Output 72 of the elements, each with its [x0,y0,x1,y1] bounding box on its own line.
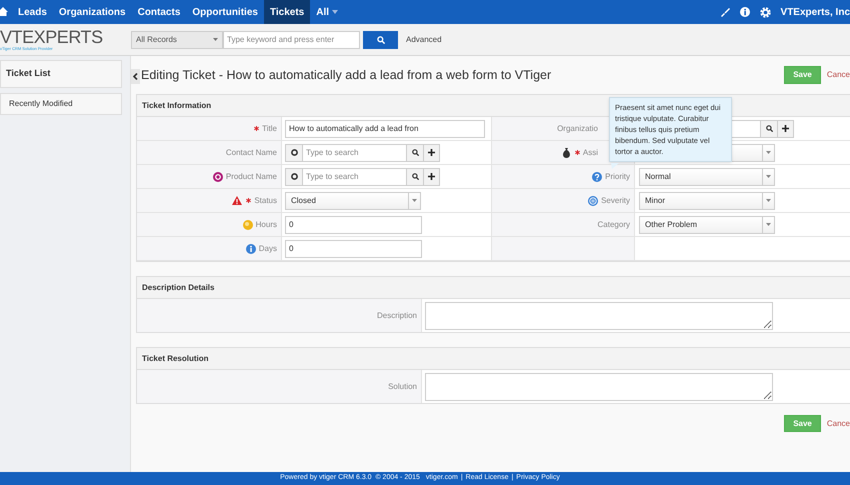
caret-icon [332,10,338,14]
circle-icon [212,172,223,182]
nav-tab[interactable]: Contacts [132,0,186,24]
section-header: Ticket Resolution [137,348,850,370]
info-icon [246,244,256,254]
required-icon [254,126,260,131]
record-filter-dropdown[interactable]: All Records [131,30,223,48]
brush-icon [720,7,730,17]
field-label: Product Name [226,170,277,182]
select-dropdown[interactable]: Other Problem [639,216,775,234]
select-dropdown[interactable]: Minor [639,192,775,210]
field-label: Hours [256,218,277,230]
pause-icon [588,196,598,206]
advanced-search-link[interactable]: Advanced [406,34,442,46]
field-label: Status [254,194,277,206]
caret-icon [766,223,771,226]
collapse-sidebar-button[interactable] [131,69,140,84]
chevron-left-icon [133,73,138,80]
search-icon [376,36,384,44]
field-label: Days [258,242,277,254]
sidebar-title: Ticket List [0,60,122,88]
coin-icon [242,220,253,230]
required-icon [574,150,580,155]
caret-icon [412,199,417,202]
caret-icon [766,151,771,154]
nav-tab[interactable]: Organizations [52,0,132,24]
nav-tab[interactable]: All [310,0,344,24]
tooltip-pointer-icon [611,163,619,169]
field-label: Priority [605,170,630,182]
nav-tab[interactable]: Tickets [264,0,310,24]
text-field[interactable]: 0 [285,240,422,258]
field-label: Title [262,122,277,134]
info-icon [740,7,750,17]
search-icon [412,149,418,156]
field-label: Solution [388,380,417,392]
field-label: Contact Name [226,146,277,158]
nav-tab[interactable]: Leads [12,0,53,24]
settings-icon [760,6,771,18]
text-field[interactable]: How to automatically add a lead fron [285,120,485,138]
select-dropdown[interactable]: Closed [285,192,421,210]
caret-icon [213,38,218,41]
lookup-field[interactable]: Type to search [285,144,440,162]
search-icon [766,125,772,132]
page-title: Editing Ticket - How to automatically add a lead from a web form to VTiger [141,66,552,84]
required-icon [246,198,252,203]
user-menu[interactable]: VTExperts, Inc [780,4,850,20]
select-dropdown[interactable]: Normal [639,168,775,186]
text-field[interactable]: 0 [285,216,422,234]
plus-icon [428,173,435,180]
field-label: Organizatio [557,122,598,134]
caret-icon [766,175,771,178]
field-label: Severity [601,194,630,206]
plus-icon [782,125,789,132]
search-field[interactable]: Type keyword and press enter [223,30,360,48]
help-icon [592,172,602,182]
circle-icon [290,149,298,156]
field-label: Description [376,310,417,322]
warning-icon [232,196,242,205]
plus-icon [428,149,435,156]
section-header: Description Details [137,277,850,299]
field-label: Assi [582,146,598,158]
sidebar-item[interactable]: Recently Modified [0,93,122,115]
search-button[interactable] [363,30,398,48]
circle-icon [290,173,298,180]
caret-icon [766,199,771,202]
lookup-field[interactable]: Type to search [285,168,440,186]
cancel-link[interactable]: Cance [826,69,850,81]
cancel-link[interactable]: Cance [826,418,850,430]
money-bag-icon [562,148,571,158]
nav-tab[interactable]: Opportunities [186,0,264,24]
field-label: Category [598,218,630,230]
search-icon [412,173,418,180]
